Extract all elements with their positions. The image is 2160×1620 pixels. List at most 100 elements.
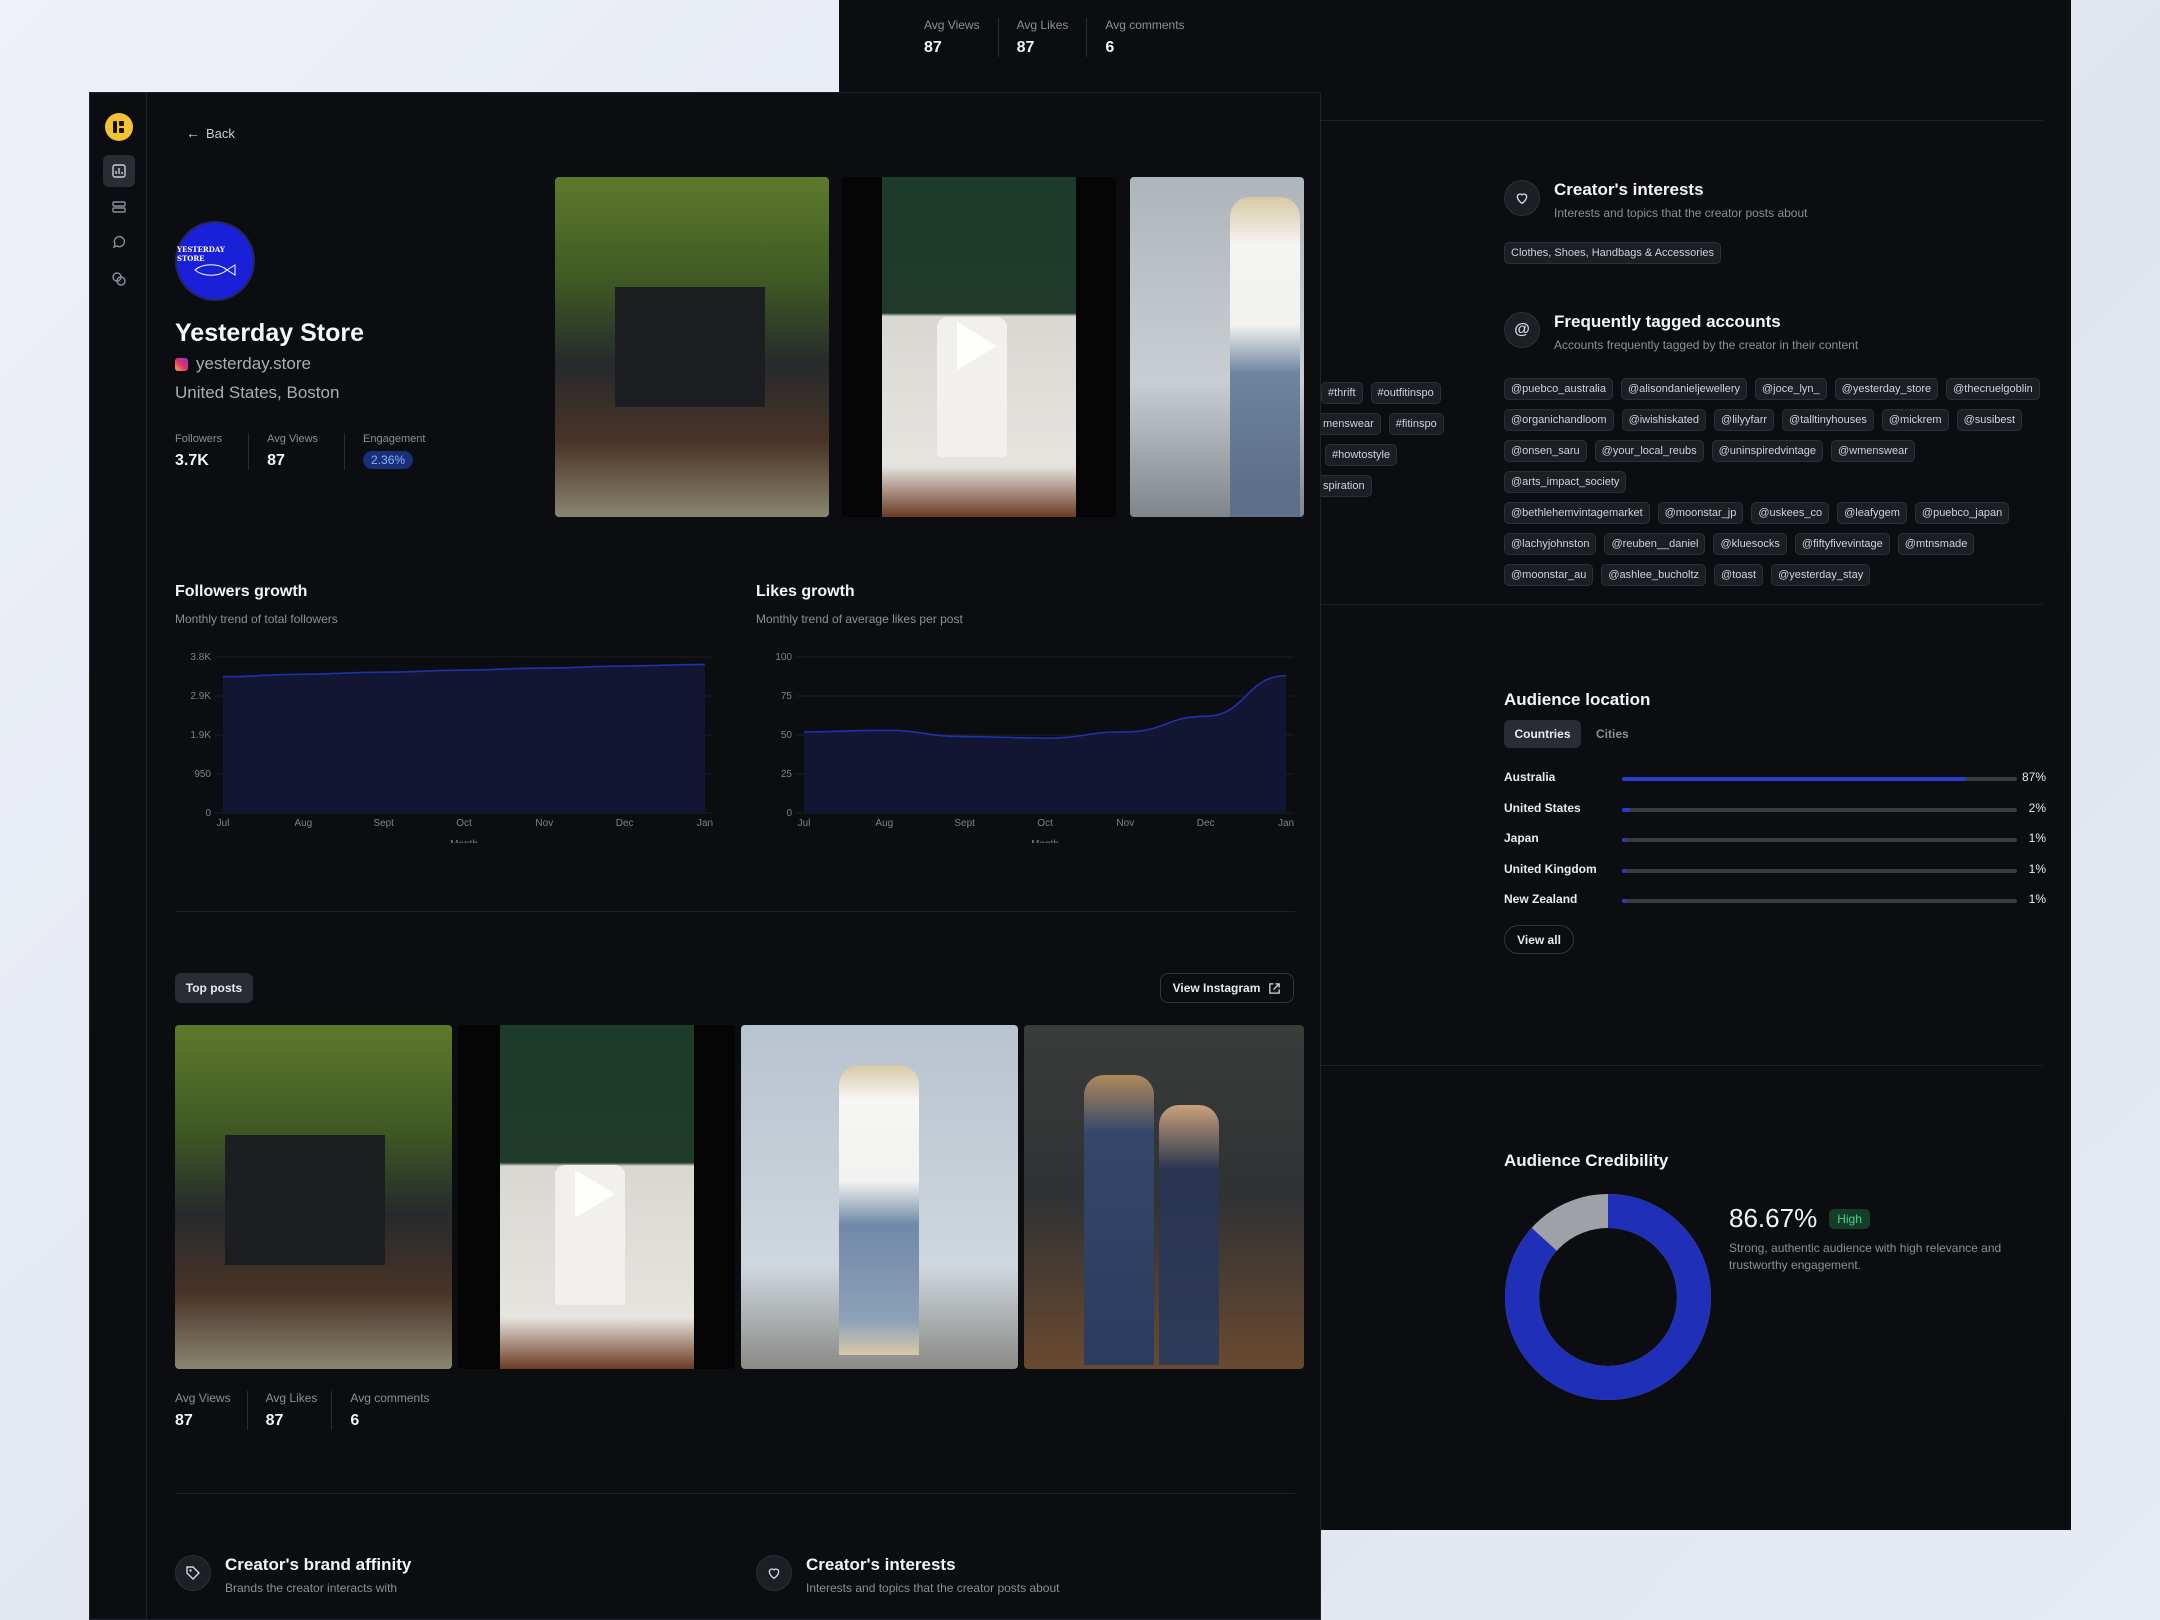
link-icon[interactable]: [103, 263, 135, 295]
tagged-account[interactable]: @leafygem: [1837, 502, 1907, 524]
section-title: Creator's brand affinity: [225, 1555, 412, 1574]
cabin-shape: [225, 1135, 385, 1265]
tagged-account[interactable]: @yesterday_store: [1834, 378, 1939, 400]
tagged-accounts-list: @puebco_australia @alisondanieljewellery @…: [1504, 378, 2049, 595]
tagged-account[interactable]: @organichandloom: [1504, 409, 1614, 431]
arrow-left-icon: ←: [186, 125, 200, 141]
tagged-account[interactable]: @puebco_australia: [1504, 378, 1613, 400]
tagged-account[interactable]: @bethlehemvintagemarket: [1504, 502, 1650, 524]
tab-cities[interactable]: Cities: [1596, 727, 1629, 741]
hashtag-row: #howtostyle: [1325, 444, 1452, 475]
y-tick-label: 950: [194, 769, 211, 780]
tagged-account[interactable]: @toast: [1714, 564, 1764, 586]
location-bar: [1622, 868, 2017, 873]
tagged-account[interactable]: @your_local_reubs: [1594, 440, 1704, 462]
hashtag: #fitinspo: [1388, 413, 1444, 435]
tagged-account[interactable]: @mickrem: [1881, 409, 1949, 431]
stat-label: Avg Likes: [265, 1391, 318, 1405]
location-bar-fill: [1622, 807, 1630, 812]
play-icon[interactable]: [575, 1170, 615, 1218]
post-image-cabin[interactable]: [555, 177, 829, 517]
tagged-account[interactable]: @susibest: [1956, 409, 2023, 431]
stat-value: 87: [265, 1412, 284, 1429]
credibility-title: Audience Credibility: [1504, 1151, 1669, 1170]
x-tick-label: Jan: [697, 818, 713, 829]
tagged-account[interactable]: @mtnsmade: [1897, 533, 1975, 555]
x-tick-label: Aug: [294, 818, 312, 829]
tagged-account[interactable]: @wmenswear: [1831, 440, 1915, 462]
followers-chart-header: Followers growth Monthly trend of total …: [175, 583, 338, 626]
back-link[interactable]: ← Back: [186, 125, 235, 141]
location-row: Australia 87%: [1504, 768, 2046, 788]
stat-value: 87: [1016, 39, 1035, 56]
top-posts-chip[interactable]: Top posts: [175, 973, 253, 1003]
tagged-account[interactable]: @yesterday_stay: [1771, 564, 1871, 586]
tagged-account[interactable]: @lachyjohnston: [1504, 533, 1597, 555]
stat-value: 87: [924, 39, 942, 56]
tab-countries[interactable]: Countries: [1504, 720, 1581, 748]
credibility-badge: High: [1829, 1208, 1870, 1229]
section-subtitle: Brands the creator interacts with: [225, 1581, 398, 1595]
stat-label: Avg Likes: [1016, 18, 1069, 32]
tagged-account[interactable]: @talltinyhouses: [1782, 409, 1874, 431]
tagged-account[interactable]: @ashlee_bucholtz: [1601, 564, 1707, 586]
tagged-account[interactable]: @alisondanieljewellery: [1620, 378, 1748, 400]
view-all-button[interactable]: View all: [1504, 925, 1574, 954]
tag-icon: [175, 1555, 211, 1591]
tagged-account[interactable]: @uninspiredvintage: [1711, 440, 1824, 462]
post-image-wall[interactable]: [1130, 177, 1304, 517]
followers-chart: 0 950 1.9K 2.9K 3.8K Jul Aug Sept Oct Nov Dec Jan Mo…: [190, 652, 713, 843]
tagged-account[interactable]: @onsen_saru: [1504, 440, 1587, 462]
profile-handle[interactable]: yesterday.store: [175, 354, 311, 374]
person-shape: [839, 1065, 919, 1355]
tagged-account[interactable]: @moonstar_jp: [1657, 502, 1744, 524]
top-post-store[interactable]: [1024, 1025, 1304, 1369]
section-subtitle: Interests and topics that the creator po…: [806, 1581, 1060, 1595]
interest-tag: Clothes, Shoes, Handbags & Accessories: [1504, 242, 1722, 264]
credibility-value: 86.67%: [1729, 1203, 1818, 1233]
tagged-account[interactable]: @thecruelgoblin: [1946, 378, 2040, 400]
hashtag: menswear: [1317, 413, 1381, 435]
credibility-description: Strong, authentic audience with high rel…: [1729, 1241, 2002, 1272]
avatar-text: YESTERDAY STORE: [177, 245, 225, 263]
top-post-dress[interactable]: [458, 1025, 735, 1369]
tagged-account[interactable]: @joce_lyn_: [1755, 378, 1827, 400]
location-row: United Kingdom 1%: [1504, 860, 2046, 880]
location-name: United States: [1504, 800, 1581, 815]
post-image-dress[interactable]: [842, 177, 1116, 517]
stat-label: Engagement: [363, 433, 426, 445]
y-tick-label: 3.8K: [190, 652, 211, 663]
analytics-icon[interactable]: [103, 155, 135, 187]
x-tick-label: Oct: [456, 818, 472, 829]
location-name: Japan: [1504, 831, 1539, 845]
location-bar-fill: [1622, 838, 1626, 842]
tagged-account[interactable]: @uskees_co: [1751, 502, 1830, 524]
person-shape: [1159, 1105, 1219, 1365]
at-sign-icon: @: [1504, 312, 1540, 348]
tagged-account[interactable]: @moonstar_au: [1504, 564, 1594, 586]
chat-icon[interactable]: [103, 227, 135, 259]
cabin-shape: [615, 287, 765, 407]
sidebar: [90, 93, 147, 1619]
tagged-account[interactable]: @reuben__daniel: [1604, 533, 1706, 555]
tagged-account[interactable]: @fiftyfivevintage: [1794, 533, 1890, 555]
top-post-cabin[interactable]: [175, 1025, 452, 1369]
creator-interests-section: Creator's interests Interests and topics…: [756, 1555, 1059, 1595]
brand-affinity-section: Creator's brand affinity Brands the crea…: [175, 1555, 411, 1595]
view-instagram-button[interactable]: View Instagram: [1160, 973, 1294, 1003]
tagged-accounts-row: @bethlehemvintagemarket @moonstar_jp @uske…: [1504, 502, 2049, 533]
play-icon[interactable]: [957, 322, 997, 370]
stat-value: 6: [350, 1412, 360, 1429]
tagged-account[interactable]: @puebco_japan: [1914, 502, 2010, 524]
tagged-account[interactable]: @lilyyfarr: [1714, 409, 1775, 431]
divider: [175, 1493, 1295, 1494]
top-post-wall[interactable]: [741, 1025, 1018, 1369]
credibility-donut: [1505, 1194, 1711, 1400]
list-icon[interactable]: [103, 191, 135, 223]
tagged-account[interactable]: @iwishiskated: [1621, 409, 1707, 431]
y-tick-label: 0: [786, 808, 792, 819]
tagged-account[interactable]: @arts_impact_society: [1504, 471, 1627, 493]
tagged-account[interactable]: @kluesocks: [1713, 533, 1787, 555]
section-header: Creator's interests Interests and topics…: [1504, 180, 2044, 220]
app-logo-icon[interactable]: [105, 113, 133, 141]
